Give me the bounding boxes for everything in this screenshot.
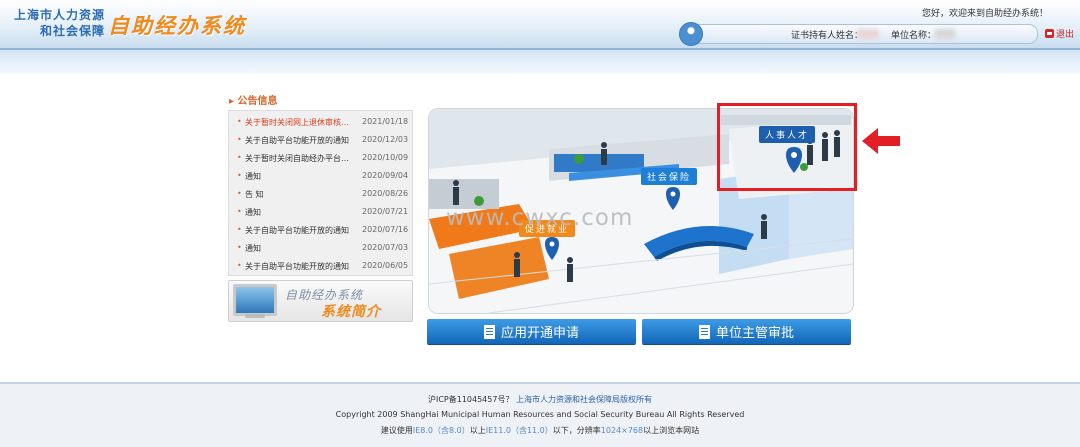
icp-number[interactable]: 沪ICP备11045457号？ bbox=[428, 395, 514, 404]
system-intro-banner[interactable]: 自助经办系统 系统简介 bbox=[228, 280, 413, 322]
unit-name-label: 单位名称： bbox=[891, 31, 937, 41]
notice-item-date: 2020/10/09 bbox=[362, 153, 409, 162]
notice-item-text[interactable]: 关于自助平台功能开放的通知 bbox=[245, 261, 359, 272]
intro-banner-line-2: 系统简介 bbox=[321, 304, 381, 320]
notice-item-text[interactable]: 通知 bbox=[245, 207, 359, 218]
bullet-icon: • bbox=[237, 135, 242, 144]
apply-service-label: 应用开通申请 bbox=[500, 326, 579, 341]
bullet-icon: • bbox=[237, 153, 242, 162]
header-sub-band bbox=[0, 50, 1080, 74]
apply-service-button[interactable]: 应用开通申请 bbox=[427, 319, 636, 344]
document-icon bbox=[698, 324, 710, 339]
highlight-box bbox=[717, 103, 857, 191]
bullet-icon: • bbox=[237, 189, 242, 198]
bullet-icon: • bbox=[237, 225, 242, 234]
logout-label: 退出 bbox=[1056, 30, 1075, 40]
user-info-bar: 证书持有人姓名： 单位名称： bbox=[679, 22, 1038, 46]
notice-item-text[interactable]: 通知 bbox=[245, 243, 359, 254]
notice-item-text[interactable]: 关于自助平台功能开放的通知 bbox=[245, 225, 359, 236]
footer-browser-requirement: 建议使用IE8.0（含8.0）以上IE11.0（含11.0）以下，分辨率1024… bbox=[380, 426, 700, 435]
top-header: 上海市人力资源 和社会保障 自助经办系统 您好，欢迎来到自助经办系统！ 证书持有… bbox=[0, 0, 1080, 50]
notice-item-text[interactable]: 告 知 bbox=[245, 189, 359, 200]
notice-item[interactable]: • 关于暂时关闭自助经办平台… 2020/10/09 bbox=[229, 149, 412, 167]
bullet-icon: • bbox=[237, 171, 242, 180]
bullet-icon: • bbox=[237, 117, 242, 126]
watermark-text: www.cwxc.com bbox=[446, 205, 634, 231]
system-logo-title: 自助经办系统 bbox=[108, 14, 246, 38]
red-arrow-icon bbox=[862, 128, 900, 154]
footer-copyright-line: Copyright 2009 ShangHai Municipal Human … bbox=[335, 410, 745, 419]
logo-line-1: 上海市人力资源 bbox=[14, 8, 106, 22]
notice-item-date: 2020/08/26 bbox=[362, 189, 409, 198]
notice-item[interactable]: • 通知 2020/07/21 bbox=[229, 203, 412, 221]
notice-item-text[interactable]: 关于暂时关闭自助经办平台… bbox=[245, 153, 359, 164]
notice-item-text[interactable]: 关于自助平台功能开放的通知 bbox=[245, 135, 359, 146]
notice-item-date: 2020/07/03 bbox=[362, 243, 409, 252]
notice-item-text[interactable]: 通知 bbox=[245, 171, 359, 182]
unit-name-value-redacted bbox=[935, 29, 955, 39]
notice-item-date: 2021/01/18 bbox=[362, 117, 409, 126]
document-icon bbox=[483, 324, 495, 339]
notice-item[interactable]: • 通知 2020/09/04 bbox=[229, 167, 412, 185]
welcome-text: 您好，欢迎来到自助经办系统！ bbox=[921, 9, 1048, 19]
footer-icp-line: 沪ICP备11045457号？ 上海市人力资源和社会保障局版权所有 bbox=[0, 394, 1080, 405]
notice-item[interactable]: • 关于暂时关闭网上退休审核… 2021/01/18 bbox=[229, 113, 412, 131]
supervisor-approve-label: 单位主管审批 bbox=[715, 326, 794, 341]
notice-item-date: 2020/06/05 bbox=[362, 261, 409, 270]
page-footer: 沪ICP备11045457号？ 上海市人力资源和社会保障局版权所有 Copyri… bbox=[0, 382, 1080, 447]
bullet-icon: • bbox=[237, 243, 242, 252]
social-insurance-label[interactable]: 社会保险 bbox=[641, 168, 698, 185]
notice-item[interactable]: • 通知 2020/07/03 bbox=[229, 239, 412, 257]
logo-line-2: 和社会保障 bbox=[40, 24, 106, 38]
logout-button[interactable]: 退出 bbox=[1045, 27, 1074, 40]
user-avatar-icon bbox=[679, 22, 703, 46]
supervisor-approve-button[interactable]: 单位主管审批 bbox=[642, 319, 851, 344]
notice-list: • 关于暂时关闭网上退休审核… 2021/01/18 • 关于自助平台功能开放的… bbox=[228, 110, 413, 276]
bullet-icon: • bbox=[237, 207, 242, 216]
notice-item[interactable]: • 告 知 2020/08/26 bbox=[229, 185, 412, 203]
certificate-holder-value-redacted bbox=[857, 29, 879, 39]
bullet-icon: • bbox=[237, 261, 242, 270]
monitor-stand bbox=[245, 314, 265, 318]
notice-item-date: 2020/07/21 bbox=[362, 207, 409, 216]
notice-item-date: 2020/12/03 bbox=[362, 135, 409, 144]
certificate-holder-label: 证书持有人姓名： bbox=[791, 31, 864, 41]
logout-icon bbox=[1045, 29, 1054, 38]
notice-item-text[interactable]: 关于暂时关闭网上退休审核… bbox=[245, 117, 359, 128]
monitor-icon bbox=[233, 284, 277, 316]
notice-item[interactable]: • 关于自助平台功能开放的通知 2020/06/05 bbox=[229, 257, 412, 275]
notice-item-date: 2020/09/04 bbox=[362, 171, 409, 180]
notice-item[interactable]: • 关于自助平台功能开放的通知 2020/07/16 bbox=[229, 221, 412, 239]
notice-section-title: ▸ 公告信息 bbox=[229, 96, 278, 107]
notice-item[interactable]: • 关于自助平台功能开放的通知 2020/12/03 bbox=[229, 131, 412, 149]
notice-item-date: 2020/07/16 bbox=[362, 225, 409, 234]
copyright-owner-link[interactable]: 上海市人力资源和社会保障局版权所有 bbox=[516, 395, 652, 404]
